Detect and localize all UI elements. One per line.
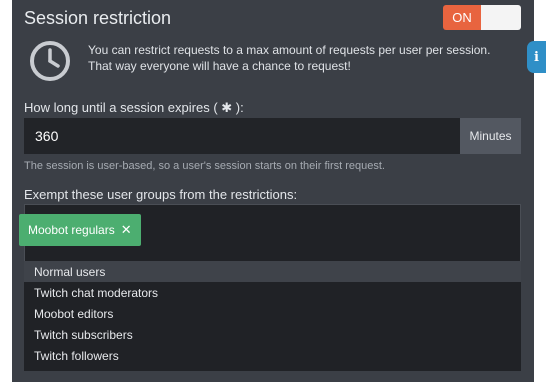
remove-tag-icon[interactable]: ✕ [121,222,132,238]
exempt-groups-label: Exempt these user groups from the restri… [24,187,298,202]
clock-icon [30,41,70,81]
session-expiry-input-group: 360 Minutes [24,118,521,154]
notice-line-2: That way everyone will have a chance to … [88,59,351,73]
option-normal-users[interactable]: Normal users [24,261,521,282]
toggle-on-label: ON [443,5,481,30]
exempt-groups-dropdown: Normal users Twitch chat moderators Moob… [24,261,521,371]
option-twitch-chat-moderators[interactable]: Twitch chat moderators [24,282,521,303]
option-moobot-editors[interactable]: Moobot editors [24,303,521,324]
info-icon[interactable]: i [527,41,546,73]
selected-tag-moobot-regulars: Moobot regulars ✕ [19,214,141,246]
minutes-addon: Minutes [460,118,521,154]
option-twitch-followers[interactable]: Twitch followers [24,345,521,366]
option-twitch-subscribers[interactable]: Twitch subscribers [24,324,521,345]
page-title: Session restriction [24,8,172,28]
session-expiry-input[interactable]: 360 [24,118,460,154]
restriction-notice: You can restrict requests to a max amoun… [88,42,490,74]
session-restriction-toggle[interactable]: ON [443,5,521,30]
toggle-knob[interactable] [481,5,521,30]
session-expiry-label: How long until a session expires ( ✱ ): [24,100,244,115]
tag-label: Moobot regulars [28,223,115,237]
notice-line-1: You can restrict requests to a max amoun… [88,43,491,57]
session-help-text: The session is user-based, so a user's s… [24,160,385,172]
